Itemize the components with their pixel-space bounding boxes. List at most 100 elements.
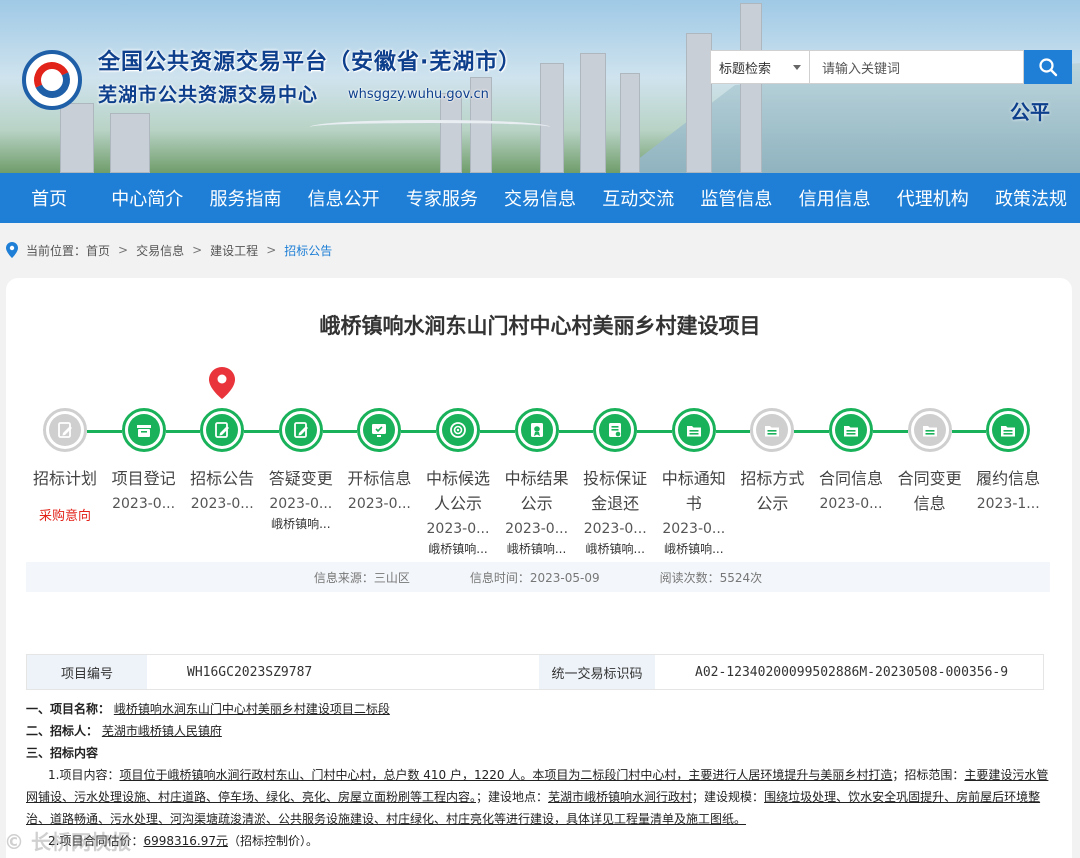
process-step[interactable]: 答疑变更 2023-0... 峨桥镇响... (262, 408, 340, 533)
process-step[interactable]: 招标计划 采购意向 (26, 408, 104, 524)
step-date: 2023-0... (269, 496, 333, 512)
step-circle[interactable] (671, 408, 716, 452)
header-banner: 全国公共资源交易平台（安徽省·芜湖市） 芜湖市公共资源交易中心 whsggzy.… (0, 0, 1080, 173)
step-circle[interactable] (514, 408, 559, 452)
edit-doc-icon (215, 422, 230, 438)
project-number-label: 项目编号 (27, 655, 147, 689)
nav-item-policies[interactable]: 政策法规 (982, 173, 1080, 223)
process-step[interactable]: 项目登记 2023-0... (105, 408, 183, 515)
step-date: 2023-0... (505, 521, 569, 537)
nav-item-agencies[interactable]: 代理机构 (884, 173, 982, 223)
process-step[interactable]: 中标结果公示 2023-0... 峨桥镇响... (498, 408, 576, 558)
step-date: 2023-0... (190, 496, 254, 512)
nav-item-home[interactable]: 首页 (0, 173, 98, 223)
step-subtitle[interactable]: 峨桥镇响... (655, 540, 733, 558)
banner-building (740, 3, 762, 173)
step-date: 2023-0... (112, 496, 176, 512)
step-circle[interactable] (986, 408, 1031, 452)
step-circle[interactable] (907, 408, 952, 452)
banner-building (580, 53, 606, 173)
step-date: 2023-0... (583, 521, 647, 537)
step-date: 2023-1... (976, 496, 1040, 512)
step-label: 中标结果公示 (504, 469, 569, 513)
step-subtitle[interactable]: 峨桥镇响... (262, 515, 340, 533)
scope-label: ；招标范围： (892, 768, 965, 782)
nav-item-credit[interactable]: 信用信息 (786, 173, 884, 223)
process-step[interactable]: 合同信息 2023-0... (812, 408, 890, 515)
watermark: © 长桥网快报 (4, 830, 131, 854)
step-label: 招标方式公示 (740, 469, 805, 513)
edit-doc-icon (58, 422, 72, 438)
process-step[interactable]: 履约信息 2023-1... (969, 408, 1047, 515)
step-label: 投标保证金退还 (583, 469, 648, 513)
step-circle[interactable] (357, 408, 402, 452)
award-doc-icon (530, 423, 543, 437)
place-label: ；建设地点： (476, 790, 549, 804)
nav-item-disclosure[interactable]: 信息公开 (295, 173, 393, 223)
folder-icon (765, 426, 780, 437)
section-label: 一、项目名称： (26, 702, 111, 716)
breadcrumb-separator: > (192, 243, 203, 257)
search-button[interactable] (1024, 50, 1072, 84)
step-date: 2023-0... (819, 496, 883, 512)
step-subtitle[interactable]: 峨桥镇响... (576, 540, 654, 558)
process-step[interactable]: 中标通知书 2023-0... 峨桥镇响... (655, 408, 733, 558)
process-step[interactable]: 开标信息 2023-0... (340, 408, 418, 515)
step-date: 2023-0... (347, 496, 411, 512)
nav-item-about[interactable]: 中心简介 (98, 173, 196, 223)
project-content-value: 项目位于峨桥镇响水涧行政村东山、门村中心村，总户数 410 户，1220 人。本… (119, 768, 893, 782)
step-label: 招标计划 (32, 469, 97, 488)
estimate-paragraph: 2.项目合同估价：6998316.97元（招标控制价）。 (26, 830, 1056, 852)
search-type-select[interactable]: 标题检索 (710, 50, 810, 84)
content-paragraph: 1.项目内容：项目位于峨桥镇响水涧行政村东山、门村中心村，总户数 410 户，1… (26, 764, 1056, 830)
tenderer-value: 芜湖市峨桥镇人民镇府 (101, 724, 222, 738)
step-extra-link[interactable]: 采购意向 (26, 505, 104, 524)
breadcrumb-link-trading[interactable]: 交易信息 (136, 242, 184, 259)
step-circle[interactable] (593, 408, 638, 452)
breadcrumb-separator: > (118, 243, 129, 257)
nav-item-experts[interactable]: 专家服务 (393, 173, 491, 223)
process-step[interactable]: 招标方式公示 (733, 408, 811, 516)
process-step[interactable]: 中标候选人公示 2023-0... 峨桥镇响... (419, 408, 497, 558)
process-step[interactable]: 投标保证金退还 2023-0... 峨桥镇响... (576, 408, 654, 558)
step-subtitle[interactable]: 峨桥镇响... (498, 540, 576, 558)
info-views: 阅读次数：5524次 (659, 570, 763, 585)
step-circle[interactable] (436, 408, 480, 452)
process-step[interactable]: 招标公告 2023-0... (183, 408, 261, 515)
place-value: 芜湖市峨桥镇响水涧行政村 (548, 790, 693, 804)
step-circle[interactable] (278, 408, 323, 452)
step-circle[interactable] (200, 408, 245, 452)
folder-icon (686, 426, 701, 437)
section-tenderer: 二、招标人： 芜湖市峨桥镇人民镇府 (26, 720, 1056, 742)
breadcrumb-link-construction[interactable]: 建设工程 (210, 242, 258, 259)
screen-icon (372, 424, 387, 437)
step-date: 2023-0... (662, 521, 726, 537)
site-title: 全国公共资源交易平台（安徽省·芜湖市） (98, 50, 522, 75)
chevron-down-icon (793, 64, 801, 70)
nav-item-trading[interactable]: 交易信息 (491, 173, 589, 223)
site-logo[interactable] (22, 50, 82, 110)
item-prefix: 1.项目内容： (48, 768, 120, 782)
step-label: 项目登记 (111, 469, 176, 488)
estimate-suffix: （招标控制价）。 (227, 834, 318, 848)
process-steps: 招标计划 采购意向 项目登记 2023-0... 招标公告 2023-0... 答疑变更 20… (26, 408, 1046, 568)
page-title: 峨桥镇响水涧东山门村中心村美丽乡村建设项目 (319, 314, 761, 338)
process-step[interactable]: 合同变更信息 (891, 408, 969, 516)
step-circle[interactable] (121, 408, 166, 452)
nav-item-guide[interactable]: 服务指南 (196, 173, 294, 223)
step-circle[interactable] (43, 408, 87, 452)
step-subtitle[interactable]: 峨桥镇响... (419, 540, 497, 558)
breadcrumb-current[interactable]: 招标公告 (284, 242, 332, 259)
location-pin-icon (6, 242, 18, 258)
site-url: whsggzy.wuhu.gov.cn (348, 87, 489, 102)
nav-item-supervision[interactable]: 监管信息 (687, 173, 785, 223)
search-input[interactable]: 请输入关键词 (810, 50, 1024, 84)
folder-icon (1001, 426, 1016, 437)
step-circle[interactable] (750, 408, 795, 452)
step-label: 答疑变更 (268, 469, 333, 488)
nav-item-interaction[interactable]: 互动交流 (589, 173, 687, 223)
breadcrumb-link-home[interactable]: 首页 (86, 242, 110, 259)
step-circle[interactable] (829, 408, 873, 452)
section-project-name: 一、项目名称： 峨桥镇响水涧东山门中心村美丽乡村建设项目二标段 (26, 698, 1056, 720)
current-step-marker-icon (209, 367, 235, 399)
